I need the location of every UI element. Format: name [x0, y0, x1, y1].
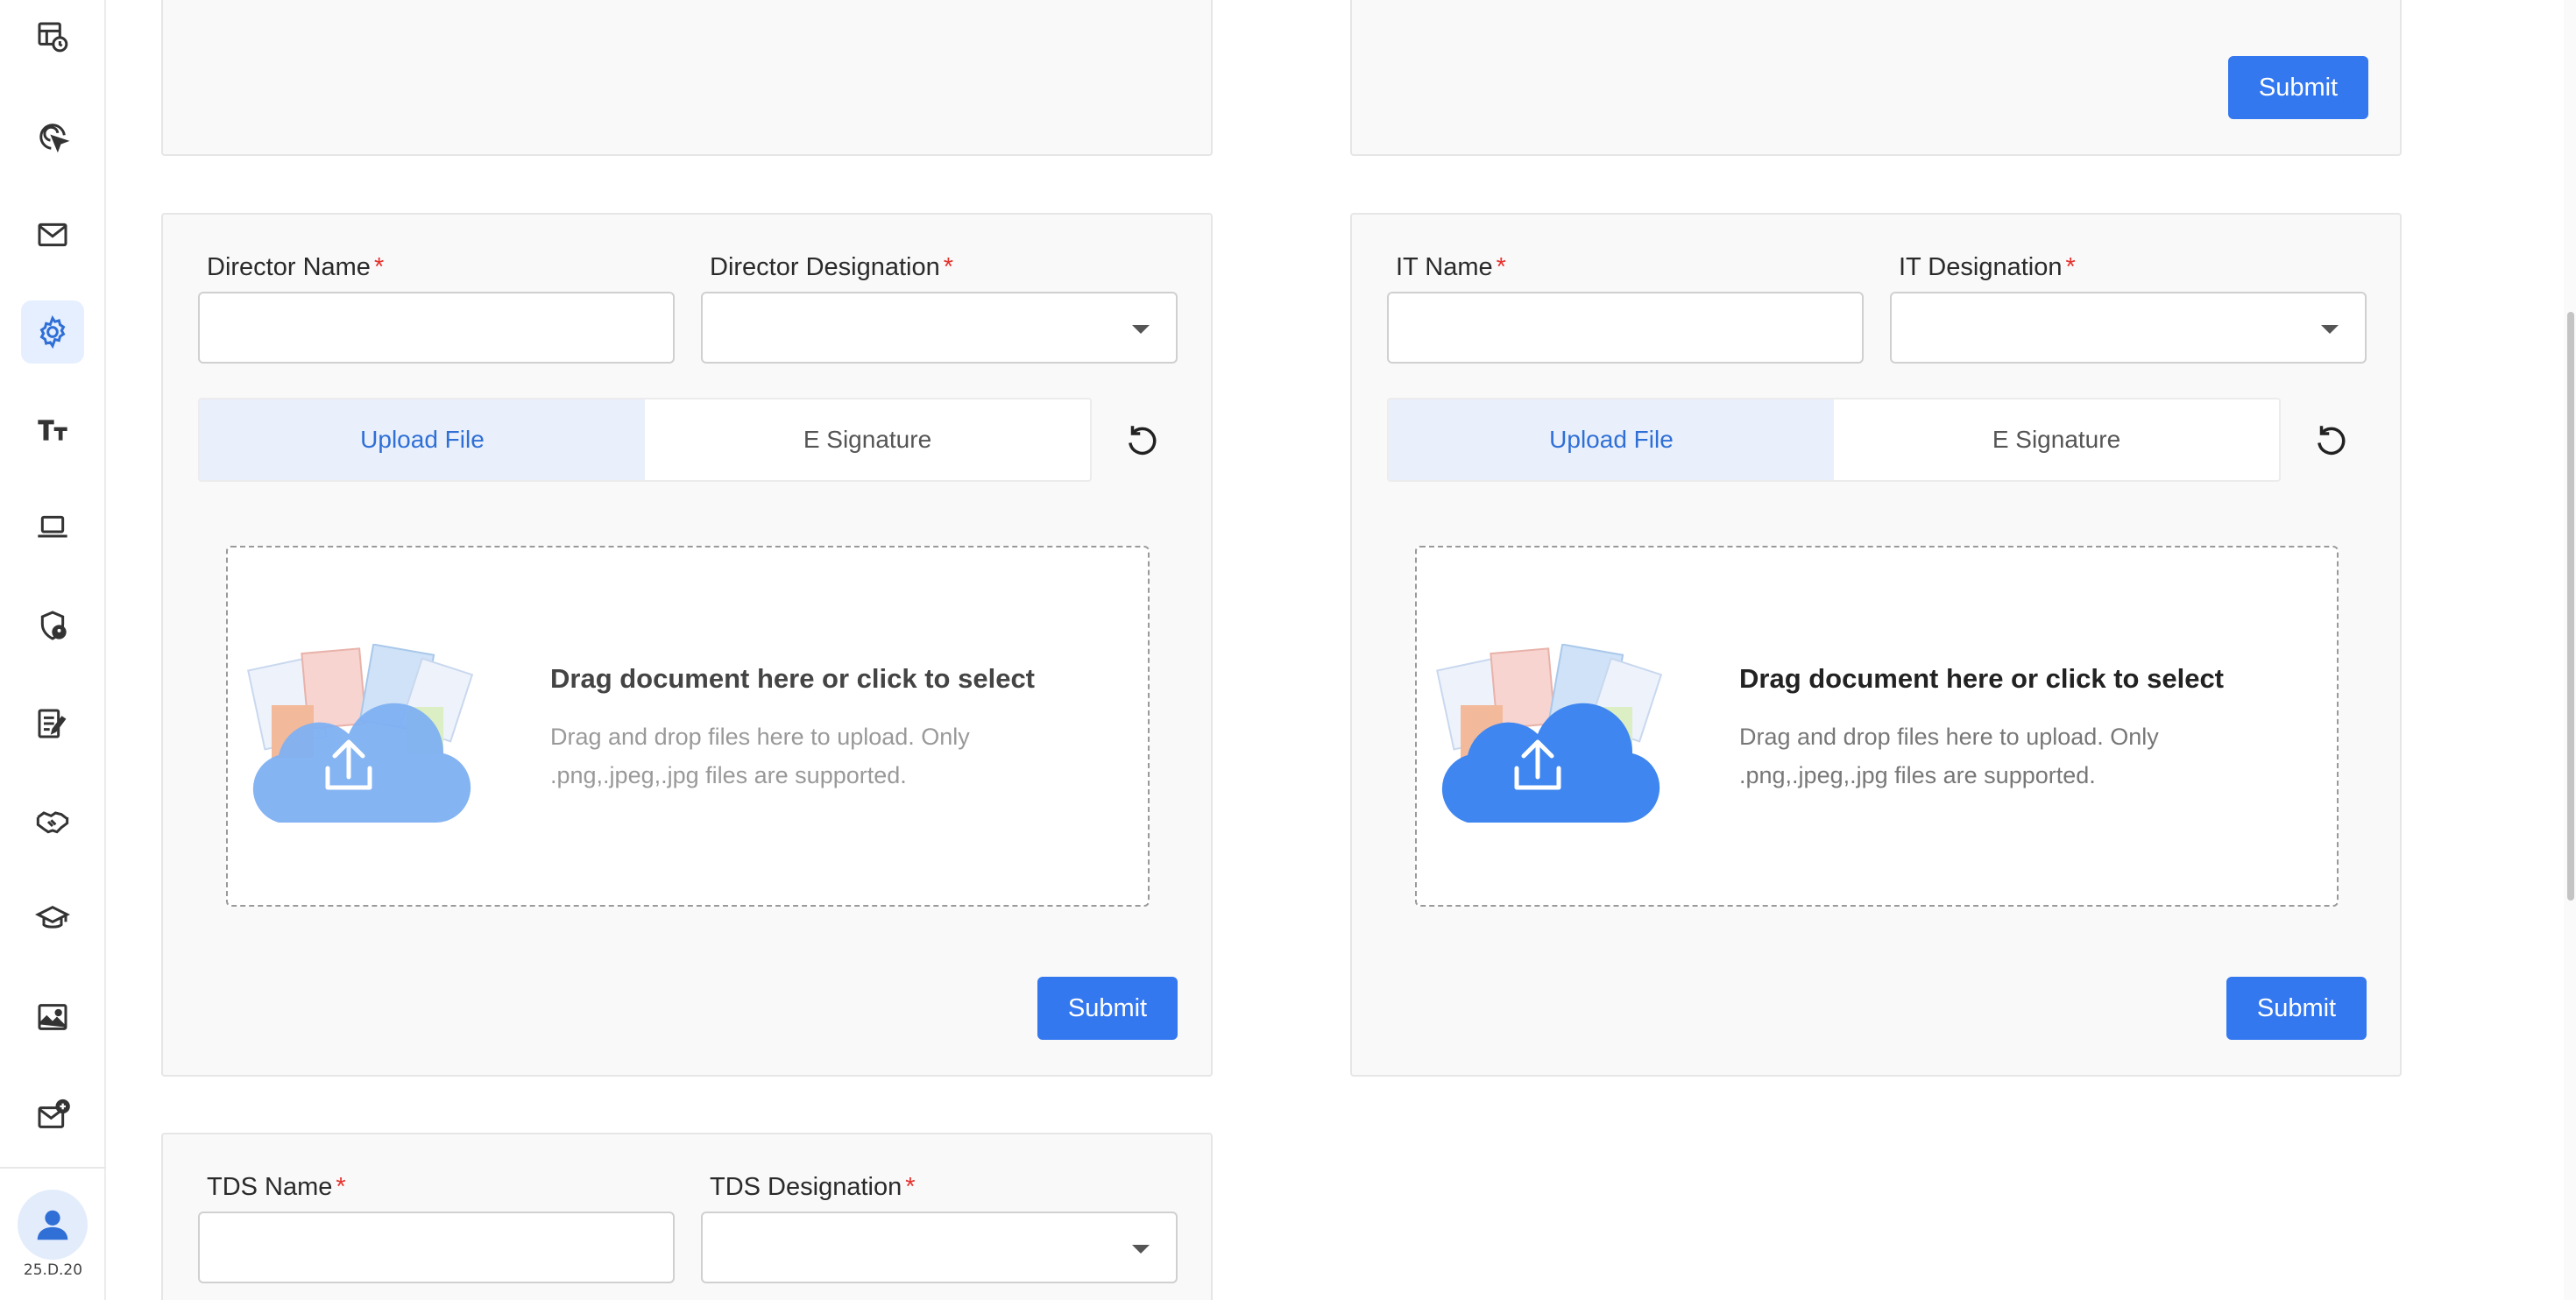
- refresh-icon: [1129, 426, 1157, 456]
- director-upload-tabs: Upload File E Signature: [198, 398, 1092, 482]
- shield-user-icon[interactable]: [21, 594, 84, 657]
- it-reset-button[interactable]: [2310, 419, 2352, 461]
- it-name-input[interactable]: [1387, 292, 1864, 364]
- chevron-down-icon: [1132, 325, 1150, 334]
- tds-designation-select[interactable]: [701, 1212, 1178, 1283]
- director-reset-button[interactable]: [1121, 419, 1163, 461]
- tab-e-signature[interactable]: E Signature: [1834, 399, 2279, 480]
- tab-upload-file[interactable]: Upload File: [1389, 399, 1834, 480]
- director-name-label: Director Name *: [207, 253, 385, 281]
- scrollbar[interactable]: [2564, 0, 2576, 1300]
- text-size-icon[interactable]: [21, 399, 84, 462]
- chevron-down-icon: [1132, 1245, 1150, 1254]
- handshake-icon[interactable]: [21, 790, 84, 853]
- director-designation-select[interactable]: [701, 292, 1178, 364]
- graduation-cap-icon[interactable]: [21, 887, 84, 950]
- dashboard-clock-icon[interactable]: [21, 5, 84, 68]
- mail-icon[interactable]: [21, 203, 84, 266]
- tds-designation-label: TDS Designation *: [710, 1173, 916, 1201]
- dropzone-title: Drag document here or click to select: [550, 663, 1036, 694]
- gear-icon[interactable]: [21, 300, 84, 364]
- it-dropzone[interactable]: Drag document here or click to select Dr…: [1415, 546, 2339, 907]
- chevron-down-icon: [2321, 325, 2339, 334]
- it-submit-button[interactable]: Submit: [2226, 977, 2367, 1040]
- director-dropzone[interactable]: Drag document here or click to select Dr…: [226, 546, 1150, 907]
- director-designation-label: Director Designation *: [710, 253, 954, 281]
- avatar[interactable]: [18, 1190, 88, 1260]
- tab-upload-file[interactable]: Upload File: [200, 399, 645, 480]
- director-card: Director Name * Director Designation * Upl…: [161, 213, 1213, 1077]
- refresh-icon: [2318, 426, 2346, 456]
- tds-card: TDS Name * TDS Designation *: [161, 1133, 1213, 1300]
- sidebar: 25.D.20: [0, 0, 106, 1300]
- target-cursor-icon[interactable]: [21, 105, 84, 168]
- it-upload-tabs: Upload File E Signature: [1387, 398, 2281, 482]
- top-right-card: Submit: [1350, 0, 2402, 156]
- mail-badge-icon[interactable]: [21, 1084, 84, 1147]
- dropzone-description: Drag and drop files here to upload. Only…: [1739, 724, 2159, 788]
- it-name-label: IT Name *: [1396, 253, 1506, 281]
- scrollbar-thumb[interactable]: [2567, 312, 2574, 901]
- it-designation-label: IT Designation *: [1899, 253, 2076, 281]
- tds-name-input[interactable]: [198, 1212, 675, 1283]
- user-icon: [37, 1210, 68, 1240]
- cloud-upload-icon: [247, 644, 474, 823]
- it-designation-select[interactable]: [1890, 292, 2367, 364]
- tab-e-signature[interactable]: E Signature: [645, 399, 1090, 480]
- sidebar-divider: [0, 1167, 106, 1169]
- director-name-input[interactable]: [198, 292, 675, 364]
- tds-name-label: TDS Name *: [207, 1173, 346, 1201]
- cloud-upload-icon: [1436, 644, 1663, 823]
- it-card: IT Name * IT Designation * Upload File E S…: [1350, 213, 2402, 1077]
- laptop-icon[interactable]: [21, 496, 84, 559]
- top-left-card: [161, 0, 1213, 156]
- top-right-submit-button[interactable]: Submit: [2228, 56, 2368, 119]
- director-submit-button[interactable]: Submit: [1037, 977, 1178, 1040]
- edit-document-icon[interactable]: [21, 692, 84, 755]
- dropzone-title: Drag document here or click to select: [1739, 663, 2225, 694]
- main-content: Submit Director Name * Director Designati…: [106, 0, 2576, 1300]
- image-icon[interactable]: [21, 986, 84, 1049]
- dropzone-description: Drag and drop files here to upload. Only…: [550, 724, 970, 788]
- version-label: 25.D.20: [23, 1261, 83, 1279]
